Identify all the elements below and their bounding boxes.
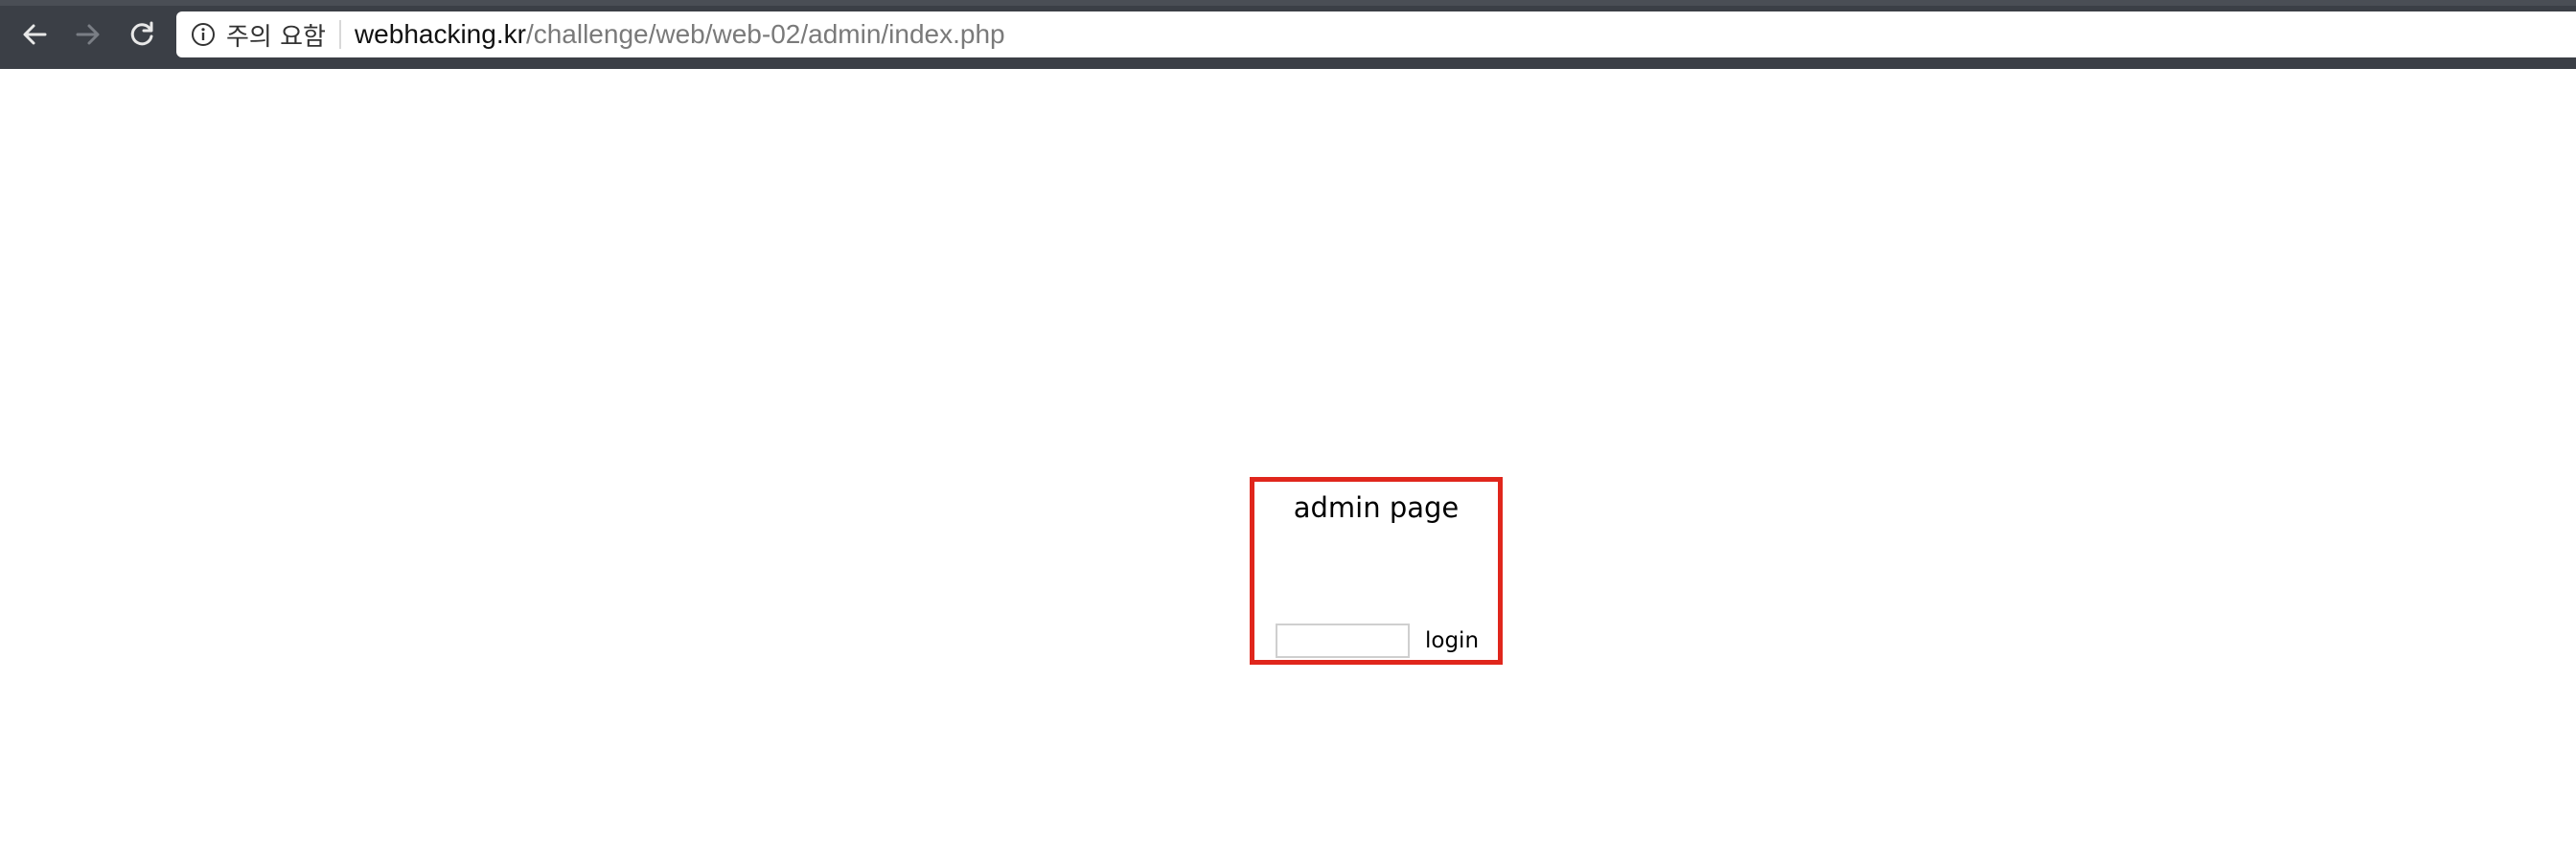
- info-circle-icon[interactable]: [190, 21, 217, 48]
- security-status-label[interactable]: 주의 요함: [226, 17, 326, 53]
- omnibox-divider: [338, 20, 341, 49]
- arrow-right-icon: [76, 24, 100, 45]
- page-title: admin page: [1293, 491, 1460, 524]
- browser-toolbar: 주의 요함 webhacking.kr/challenge/web/web-02…: [0, 0, 2576, 69]
- browser-frame-edge: [0, 0, 2576, 6]
- url-path: /challenge/web/web-02/admin/index.php: [525, 19, 1005, 49]
- address-bar[interactable]: 주의 요함 webhacking.kr/challenge/web/web-02…: [176, 11, 2576, 57]
- login-button[interactable]: login: [1425, 625, 1479, 656]
- login-input[interactable]: [1276, 624, 1410, 658]
- url-text[interactable]: webhacking.kr/challenge/web/web-02/admin…: [355, 19, 1005, 50]
- back-button[interactable]: [13, 13, 56, 56]
- arrow-left-icon: [23, 24, 47, 45]
- reload-button[interactable]: [121, 13, 163, 56]
- admin-login-box: admin page login: [1250, 477, 1503, 665]
- forward-button[interactable]: [67, 13, 109, 56]
- reload-icon: [130, 21, 153, 46]
- url-host: webhacking.kr: [354, 19, 526, 49]
